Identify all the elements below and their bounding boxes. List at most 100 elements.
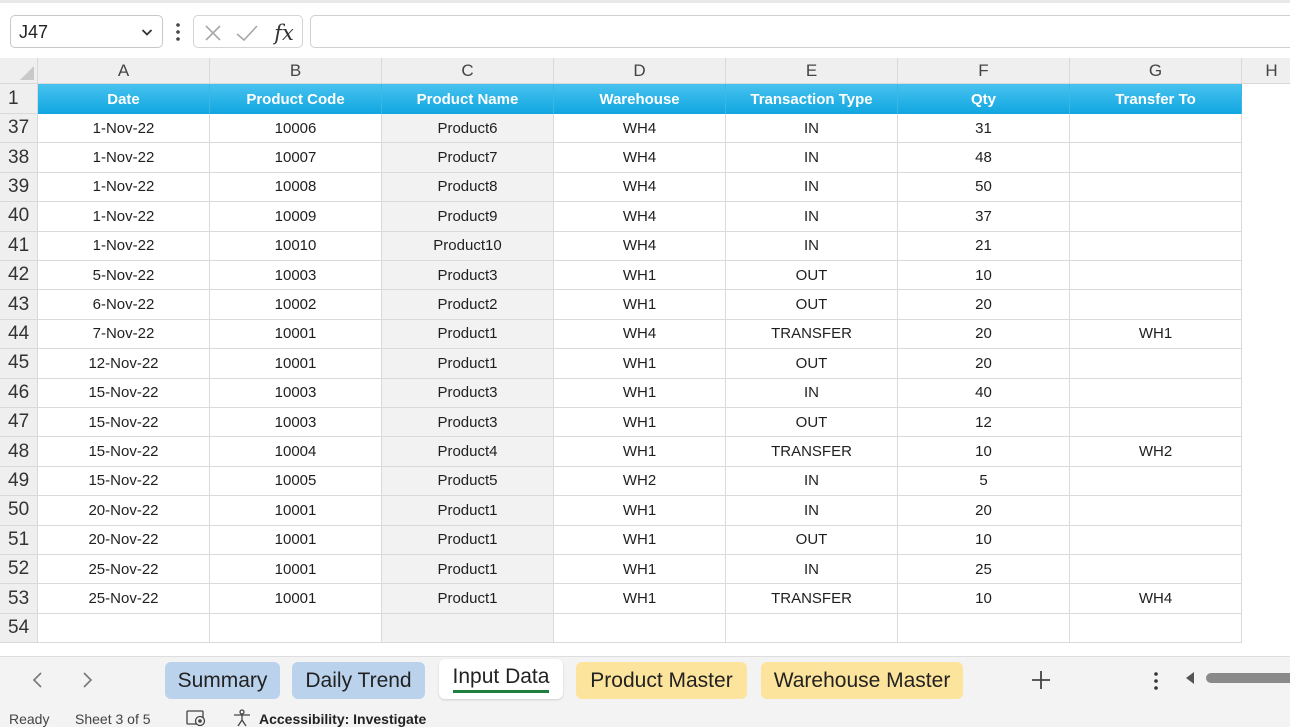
table-cell[interactable] bbox=[1070, 143, 1242, 173]
table-cell[interactable]: 15-Nov-22 bbox=[38, 378, 210, 408]
row-header[interactable]: 48 bbox=[0, 437, 38, 467]
table-header-cell[interactable]: Qty bbox=[898, 84, 1070, 114]
table-cell[interactable]: OUT bbox=[726, 290, 898, 320]
table-cell[interactable] bbox=[1070, 555, 1242, 585]
table-cell[interactable]: WH2 bbox=[1070, 437, 1242, 467]
more-options-icon[interactable] bbox=[171, 20, 185, 44]
table-cell[interactable]: WH1 bbox=[554, 584, 726, 614]
table-cell[interactable]: Product1 bbox=[382, 584, 554, 614]
sheet-tab[interactable]: Warehouse Master bbox=[761, 662, 963, 699]
table-header-cell[interactable]: Transaction Type bbox=[726, 84, 898, 114]
table-cell[interactable]: Product1 bbox=[382, 555, 554, 585]
table-cell[interactable]: 10 bbox=[898, 437, 1070, 467]
name-box[interactable]: J47 bbox=[10, 15, 163, 48]
column-header-a[interactable]: A bbox=[38, 58, 210, 84]
table-cell[interactable]: OUT bbox=[726, 525, 898, 555]
table-cell[interactable]: Product3 bbox=[382, 408, 554, 438]
table-cell[interactable]: WH2 bbox=[554, 466, 726, 497]
table-cell[interactable]: 5-Nov-22 bbox=[38, 261, 210, 291]
table-cell[interactable]: 10001 bbox=[210, 525, 382, 555]
table-cell[interactable]: 25-Nov-22 bbox=[38, 584, 210, 614]
table-cell[interactable]: Product7 bbox=[382, 143, 554, 173]
table-cell[interactable]: IN bbox=[726, 202, 898, 232]
table-cell[interactable] bbox=[1070, 290, 1242, 320]
row-header[interactable]: 45 bbox=[0, 349, 38, 379]
table-cell[interactable] bbox=[210, 613, 382, 644]
table-cell[interactable]: IN bbox=[726, 496, 898, 526]
row-header[interactable]: 47 bbox=[0, 408, 38, 438]
table-cell[interactable]: WH1 bbox=[1070, 319, 1242, 350]
table-cell[interactable] bbox=[1070, 114, 1242, 144]
table-cell[interactable]: 31 bbox=[898, 114, 1070, 144]
table-cell[interactable]: WH1 bbox=[554, 349, 726, 379]
table-cell[interactable]: 10006 bbox=[210, 114, 382, 144]
table-cell[interactable]: 20 bbox=[898, 319, 1070, 350]
table-cell[interactable]: 25 bbox=[898, 555, 1070, 585]
sheet-tab[interactable]: Input Data bbox=[439, 659, 563, 699]
table-cell[interactable]: 20-Nov-22 bbox=[38, 496, 210, 526]
table-cell[interactable]: Product10 bbox=[382, 231, 554, 261]
table-header-cell[interactable]: Product Code bbox=[210, 84, 382, 114]
table-cell[interactable]: Product2 bbox=[382, 290, 554, 320]
table-cell[interactable]: WH1 bbox=[554, 496, 726, 526]
table-cell[interactable]: 10003 bbox=[210, 261, 382, 291]
table-cell[interactable]: WH4 bbox=[554, 114, 726, 144]
table-cell[interactable]: Product4 bbox=[382, 437, 554, 467]
table-cell[interactable]: 15-Nov-22 bbox=[38, 437, 210, 467]
table-cell[interactable]: 10003 bbox=[210, 408, 382, 438]
table-header-cell[interactable]: Product Name bbox=[382, 84, 554, 114]
table-cell[interactable] bbox=[554, 613, 726, 644]
table-cell[interactable]: TRANSFER bbox=[726, 437, 898, 467]
table-header-cell[interactable]: Date bbox=[38, 84, 210, 114]
table-cell[interactable] bbox=[1070, 349, 1242, 379]
table-cell[interactable]: WH1 bbox=[554, 290, 726, 320]
table-cell[interactable]: Product9 bbox=[382, 202, 554, 232]
table-header-cell[interactable]: Warehouse bbox=[554, 84, 726, 114]
table-cell[interactable]: 10001 bbox=[210, 584, 382, 614]
row-header[interactable]: 51 bbox=[0, 525, 38, 555]
table-cell[interactable] bbox=[1070, 525, 1242, 555]
table-cell[interactable]: WH4 bbox=[554, 202, 726, 232]
table-cell[interactable]: 20 bbox=[898, 349, 1070, 379]
table-cell[interactable]: 10009 bbox=[210, 202, 382, 232]
table-cell[interactable]: Product1 bbox=[382, 496, 554, 526]
row-header[interactable]: 42 bbox=[0, 261, 38, 291]
table-cell[interactable]: 10002 bbox=[210, 290, 382, 320]
table-cell[interactable]: 10008 bbox=[210, 172, 382, 203]
table-cell[interactable]: 10001 bbox=[210, 349, 382, 379]
table-cell[interactable]: 10003 bbox=[210, 378, 382, 408]
table-cell[interactable]: WH4 bbox=[554, 143, 726, 173]
formula-input[interactable] bbox=[310, 15, 1290, 48]
table-cell[interactable] bbox=[1070, 613, 1242, 644]
table-cell[interactable] bbox=[1070, 466, 1242, 497]
table-cell[interactable]: IN bbox=[726, 114, 898, 144]
table-cell[interactable] bbox=[382, 613, 554, 644]
column-header-g[interactable]: G bbox=[1070, 58, 1242, 84]
row-header[interactable]: 40 bbox=[0, 202, 38, 232]
row-header[interactable]: 50 bbox=[0, 496, 38, 526]
sheet-tab[interactable]: Summary bbox=[165, 662, 280, 699]
macro-record-icon[interactable] bbox=[186, 710, 208, 727]
cancel-x-icon[interactable] bbox=[200, 16, 226, 49]
table-cell[interactable] bbox=[1070, 496, 1242, 526]
row-header[interactable]: 54 bbox=[0, 613, 38, 644]
row-header[interactable]: 38 bbox=[0, 143, 38, 173]
row-header[interactable]: 53 bbox=[0, 584, 38, 614]
table-cell[interactable]: 15-Nov-22 bbox=[38, 466, 210, 497]
table-cell[interactable]: Product1 bbox=[382, 319, 554, 350]
table-cell[interactable]: IN bbox=[726, 466, 898, 497]
table-cell[interactable]: 20 bbox=[898, 290, 1070, 320]
table-cell[interactable]: 20-Nov-22 bbox=[38, 525, 210, 555]
table-cell[interactable]: 1-Nov-22 bbox=[38, 231, 210, 261]
table-cell[interactable]: 1-Nov-22 bbox=[38, 143, 210, 173]
more-sheets-icon[interactable] bbox=[1150, 670, 1162, 692]
table-cell[interactable]: 10004 bbox=[210, 437, 382, 467]
row-header[interactable]: 49 bbox=[0, 466, 38, 497]
table-cell[interactable]: IN bbox=[726, 555, 898, 585]
table-cell[interactable]: WH1 bbox=[554, 437, 726, 467]
table-cell[interactable]: 10007 bbox=[210, 143, 382, 173]
table-cell[interactable]: 40 bbox=[898, 378, 1070, 408]
row-header[interactable]: 44 bbox=[0, 319, 38, 350]
table-cell[interactable]: 25-Nov-22 bbox=[38, 555, 210, 585]
table-cell[interactable]: 10 bbox=[898, 584, 1070, 614]
